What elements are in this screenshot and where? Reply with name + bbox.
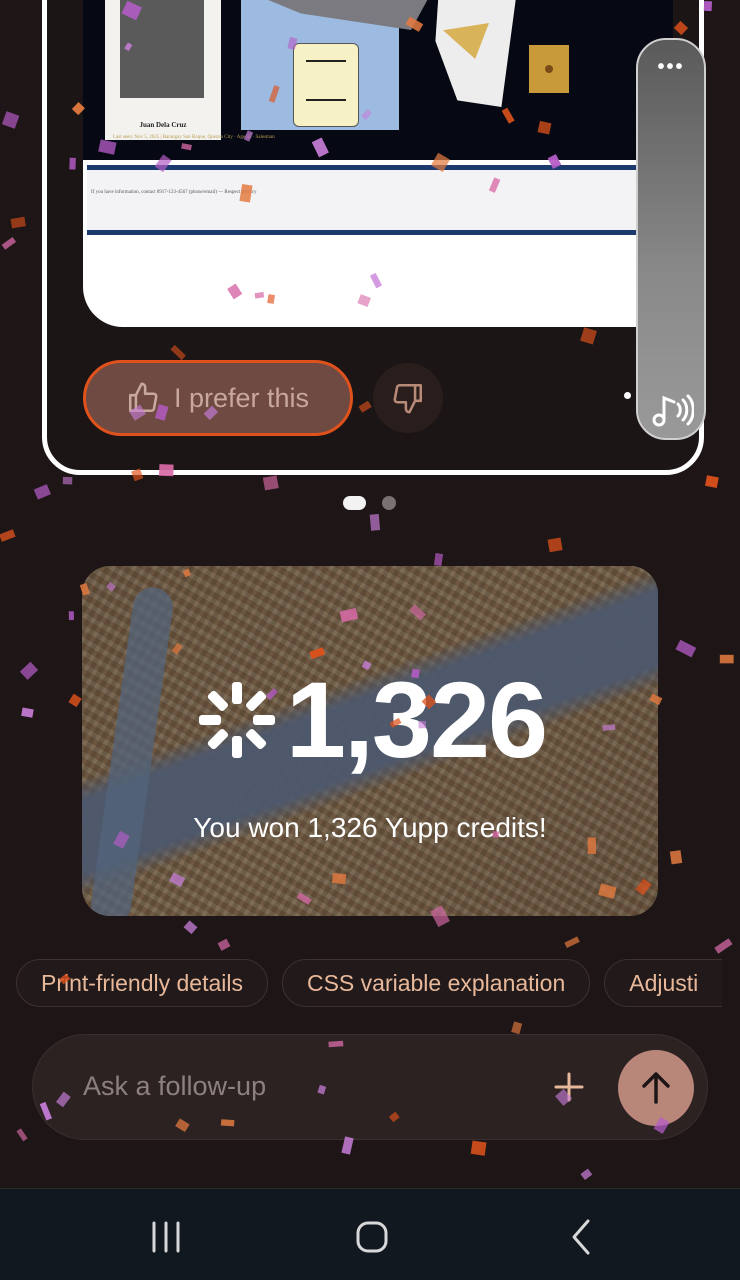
- confetti-piece: [547, 537, 563, 553]
- pager-dot-active[interactable]: [343, 496, 366, 510]
- recents-icon[interactable]: [146, 1217, 186, 1257]
- confetti-piece: [33, 484, 51, 500]
- info-bar: If you have information, contact 0917-12…: [87, 165, 673, 235]
- confetti-piece: [262, 475, 279, 491]
- webpage-preview[interactable]: Juan Dela Cruz Last seen: Nov 5, 2025 | …: [83, 0, 673, 327]
- panel-indicator-dot: [624, 392, 631, 399]
- screen: Juan Dela Cruz Last seen: Nov 5, 2025 | …: [0, 0, 740, 1280]
- confetti-piece: [183, 920, 198, 935]
- profile-photo: [120, 0, 204, 98]
- confetti-piece: [10, 216, 26, 229]
- send-button[interactable]: [618, 1050, 694, 1126]
- prefer-button[interactable]: I prefer this: [83, 360, 353, 436]
- confetti-piece: [675, 639, 697, 658]
- confetti-piece: [511, 1021, 523, 1035]
- follow-up-input[interactable]: Ask a follow-up: [83, 1071, 266, 1102]
- confetti-piece: [1, 111, 20, 129]
- confetti-piece: [0, 529, 16, 542]
- back-icon[interactable]: [560, 1217, 600, 1257]
- pager-dot[interactable]: [382, 496, 396, 510]
- home-icon[interactable]: [352, 1217, 392, 1257]
- last-seen-line: Last seen: Nov 5, 2025 | Barangay San Ro…: [113, 135, 275, 140]
- spark-icon: [198, 682, 275, 758]
- dislike-button[interactable]: [373, 363, 443, 433]
- audio-icon[interactable]: [648, 390, 694, 430]
- reward-row: 1,326: [82, 666, 658, 774]
- confetti-piece: [369, 513, 381, 531]
- reward-amount: 1,326: [285, 659, 548, 780]
- response-card: Juan Dela Cruz Last seen: Nov 5, 2025 | …: [42, 0, 704, 475]
- confetti-piece: [68, 693, 82, 708]
- confetti-piece: [16, 1128, 28, 1142]
- confetti-piece: [470, 1140, 487, 1156]
- confetti-piece: [433, 553, 444, 567]
- profile-card: Juan Dela Cruz: [105, 0, 221, 140]
- suggestion-chip[interactable]: Print-friendly details: [16, 959, 268, 1007]
- confetti-piece: [669, 850, 683, 865]
- arrow-up-icon: [642, 1072, 670, 1104]
- prefer-label: I prefer this: [174, 382, 310, 413]
- confetti-piece: [21, 707, 34, 718]
- suggestion-chip[interactable]: Adjusti: [604, 959, 723, 1007]
- more-dots-icon[interactable]: •••: [638, 57, 704, 77]
- follow-up-input-bar[interactable]: Ask a follow-up: [32, 1034, 708, 1140]
- confetti-piece: [19, 661, 39, 680]
- confetti-piece: [580, 1168, 593, 1181]
- confetti-piece: [217, 938, 231, 951]
- suggestion-chip[interactable]: CSS variable explanation: [281, 959, 591, 1007]
- side-audio-panel[interactable]: •••: [636, 38, 706, 440]
- system-nav-bar: [0, 1188, 740, 1280]
- confetti-piece: [1, 236, 17, 250]
- profile-name: Juan Dela Cruz: [139, 121, 187, 129]
- thumbs-up-icon: [128, 382, 158, 413]
- confetti-piece: [714, 938, 733, 954]
- reward-card: 1,326 You won 1,326 Yupp credits!: [82, 566, 658, 916]
- plus-icon[interactable]: [549, 1067, 589, 1107]
- confetti-piece: [703, 0, 713, 12]
- box-illustration: [529, 45, 569, 93]
- thumbs-down-icon: [393, 383, 423, 414]
- confetti-piece: [68, 611, 74, 621]
- info-text: If you have information, contact 0917-12…: [91, 190, 257, 195]
- confetti-piece: [564, 936, 580, 948]
- confetti-piece: [704, 475, 719, 489]
- confetti-piece: [719, 654, 734, 664]
- reward-message: You won 1,326 Yupp credits!: [193, 812, 547, 843]
- confetti-piece: [62, 476, 73, 485]
- preview-header: Juan Dela Cruz Last seen: Nov 5, 2025 | …: [83, 0, 673, 160]
- paper-note-illustration: [293, 43, 359, 127]
- suggestion-chips: Print-friendly details CSS variable expl…: [16, 959, 723, 1009]
